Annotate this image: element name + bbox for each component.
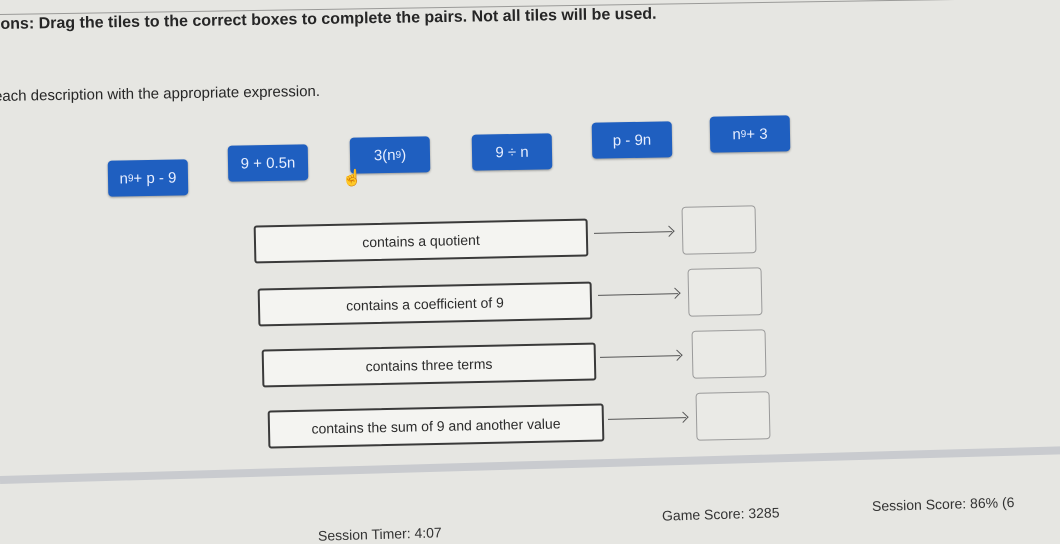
tile-n9-plus-p-minus-9[interactable]: n9 + p - 9 [107,159,189,197]
arrow-icon [607,417,687,420]
tile-text: n [119,169,129,187]
description-label: contains a coefficient of 9 [345,294,505,314]
drop-box-three-terms[interactable] [691,329,767,379]
tile-text: n [732,125,741,143]
session-timer: Session Timer: 4:07 [317,524,442,544]
description-sum-of-9: contains the sum of 9 and another value [267,403,605,449]
tile-text: 9 + 0.5n [240,154,296,172]
arrow-icon [597,293,679,296]
tile-9-div-n[interactable]: 9 ÷ n [471,133,553,171]
drop-box-coefficient[interactable] [687,267,763,317]
description-quotient: contains a quotient [253,218,589,264]
tile-text: 9 ÷ n [495,143,529,161]
drop-box-quotient[interactable] [681,205,757,255]
instructions-text: ions: Drag the tiles to the correct boxe… [0,5,657,33]
footer-divider [0,445,1060,484]
tile-n9-plus-3[interactable]: n9 + 3 [709,115,791,153]
tile-p-minus-9n[interactable]: p - 9n [591,121,673,159]
hand-cursor-icon: ☝ [342,170,362,187]
description-label: contains three terms [365,355,493,375]
description-label: contains the sum of 9 and another value [311,415,561,437]
session-score: Session Score: 86% (6 [871,494,1015,514]
tile-text: + p - 9 [133,169,177,187]
tile-text: + 3 [746,125,768,143]
tile-text: 3(n [373,146,396,164]
description-label: contains a quotient [362,231,480,251]
arrow-icon [593,231,673,234]
drop-box-sum-of-9[interactable] [695,391,771,441]
description-three-terms: contains three terms [261,342,597,388]
game-score: Game Score: 3285 [661,504,780,524]
arrow-icon [599,355,681,358]
sub-instructions-text: each description with the appropriate ex… [0,82,321,105]
description-coefficient: contains a coefficient of 9 [257,281,593,327]
tile-9-plus-0.5n[interactable]: 9 + 0.5n [227,144,309,182]
tile-text: p - 9n [612,131,652,149]
tile-text: ) [400,146,407,164]
